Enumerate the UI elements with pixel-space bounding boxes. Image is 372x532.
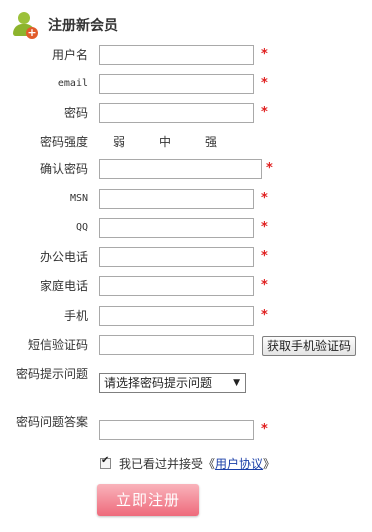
mobile-label: 手机: [63, 309, 88, 323]
required-mark: *: [261, 308, 268, 323]
qq-label: QQ: [75, 222, 88, 233]
home-phone-label: 家庭电话: [39, 279, 88, 293]
required-mark: *: [261, 278, 268, 293]
password-label: 密码: [63, 106, 88, 120]
required-mark: *: [261, 76, 268, 91]
question-label: 密码提示问题: [16, 367, 89, 381]
required-mark: *: [261, 47, 268, 62]
question-select-value: 请选择密码提示问题: [104, 376, 213, 390]
register-button[interactable]: 立即注册: [97, 484, 199, 516]
required-mark: *: [261, 105, 268, 120]
row-msn: MSN *: [0, 187, 372, 211]
row-home-phone: 家庭电话 *: [0, 274, 372, 298]
required-mark: *: [261, 220, 268, 235]
required-mark: *: [261, 422, 268, 437]
user-add-icon: +: [12, 11, 38, 39]
strength-medium: 中: [159, 135, 172, 149]
page-title: 注册新会员: [48, 18, 118, 34]
office-phone-input[interactable]: [99, 247, 254, 267]
strength-weak: 弱: [113, 135, 126, 149]
strength-meter: 弱 中 强: [113, 130, 251, 154]
row-password: 密码 *: [0, 101, 372, 125]
office-phone-label: 办公电话: [39, 250, 88, 264]
mobile-input[interactable]: [99, 306, 254, 326]
row-office-phone: 办公电话 *: [0, 245, 372, 269]
row-strength: 密码强度 弱 中 强: [0, 130, 372, 154]
username-input[interactable]: [99, 45, 254, 65]
agreement-text: 我已看过并接受《: [119, 457, 216, 471]
row-username: 用户名 *: [0, 43, 372, 67]
email-label: email: [57, 78, 88, 89]
agreement-close: 》: [263, 457, 276, 471]
row-sms-code: 短信验证码 获取手机验证码: [0, 333, 372, 357]
row-qq: QQ *: [0, 216, 372, 240]
strength-strong: 强: [205, 135, 218, 149]
confirm-label: 确认密码: [39, 162, 88, 176]
email-input[interactable]: [99, 74, 254, 94]
required-mark: *: [266, 161, 273, 176]
qq-input[interactable]: [99, 218, 254, 238]
question-select[interactable]: 请选择密码提示问题 ▼: [99, 373, 246, 393]
row-confirm: 确认密码 *: [0, 157, 372, 181]
user-agreement-link[interactable]: 用户协议: [215, 455, 263, 472]
username-label: 用户名: [51, 48, 88, 62]
dropdown-arrow-icon: ▼: [233, 378, 240, 388]
strength-label: 密码强度: [39, 135, 88, 149]
sms-code-label: 短信验证码: [27, 338, 88, 352]
confirm-password-input[interactable]: [99, 159, 262, 179]
msn-label: MSN: [69, 193, 88, 204]
row-answer: 密码问题答案 *: [0, 415, 372, 442]
required-mark: *: [261, 191, 268, 206]
password-input[interactable]: [99, 103, 254, 123]
page-header: + 注册新会员: [12, 10, 118, 40]
row-question: 密码提示问题 请选择密码提示问题 ▼: [0, 367, 372, 394]
msn-input[interactable]: [99, 189, 254, 209]
required-mark: *: [261, 249, 268, 264]
answer-label: 密码问题答案: [16, 415, 89, 429]
agree-checkbox[interactable]: [100, 455, 111, 469]
sms-code-input[interactable]: [99, 335, 254, 355]
row-mobile: 手机 *: [0, 304, 372, 328]
agreement-row: 我已看过并接受《用户协议》: [100, 455, 275, 472]
get-sms-code-button[interactable]: 获取手机验证码: [262, 336, 357, 356]
home-phone-input[interactable]: [99, 276, 254, 296]
row-email: email *: [0, 72, 372, 96]
answer-input[interactable]: [99, 420, 254, 440]
